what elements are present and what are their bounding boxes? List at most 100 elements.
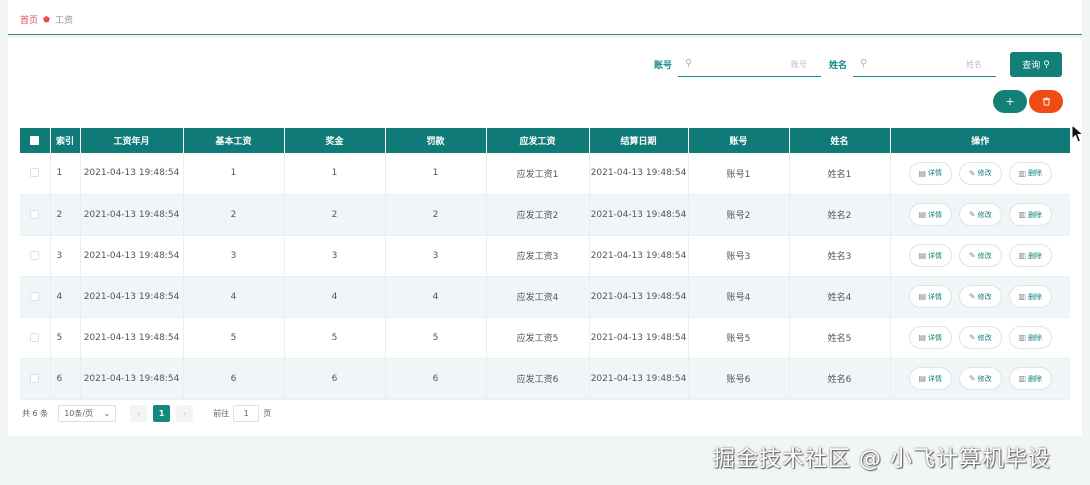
detail-label: 详情 xyxy=(928,292,943,301)
page-size-value: 10条/页 xyxy=(64,409,94,418)
edit-button[interactable]: ✎ 修改 xyxy=(958,161,1002,185)
row-select-cell[interactable] xyxy=(20,276,51,318)
row-select-cell[interactable] xyxy=(20,153,51,195)
detail-label: 详情 xyxy=(928,169,943,178)
cell-settle-date: 2021-04-13 19:48:54 xyxy=(589,153,689,195)
page-number-current[interactable]: 1 xyxy=(153,405,171,422)
detail-button[interactable]: ▤ 详情 xyxy=(908,244,952,267)
delete-label: 删除 xyxy=(1028,333,1043,342)
row-actions: ▤ 详情 ✎ 修改 ▥ 删除 xyxy=(891,203,1071,226)
detail-button[interactable]: ▤ 详情 xyxy=(908,367,952,390)
header-payable: 应发工资 xyxy=(486,128,590,153)
chevron-down-icon: ⌄ xyxy=(103,409,111,418)
delete-button[interactable]: ▥ 删除 xyxy=(1008,161,1052,185)
chevron-right-icon: › xyxy=(183,409,187,418)
trash-icon: ▥ xyxy=(1018,251,1027,260)
row-checkbox[interactable] xyxy=(30,250,40,260)
cell-payable: 应发工资3 xyxy=(486,235,590,277)
detail-label: 详情 xyxy=(928,374,943,383)
row-actions: ▤ 详情 ✎ 修改 ▥ 删除 xyxy=(891,244,1071,267)
query-button[interactable]: 查询 ⚲ xyxy=(1010,52,1062,77)
row-checkbox[interactable] xyxy=(30,291,40,301)
cell-payable: 应发工资5 xyxy=(486,317,590,359)
table-header-row: 索引 工资年月 基本工资 奖金 罚款 应发工资 结算日期 账号 姓名 操作 xyxy=(20,128,1070,153)
document-icon: ▤ xyxy=(918,168,927,178)
next-page-button[interactable]: › xyxy=(176,405,194,422)
cell-month: 2021-04-13 19:48:54 xyxy=(80,153,184,195)
row-checkbox[interactable] xyxy=(30,168,40,178)
trash-icon: ▥ xyxy=(1018,333,1027,342)
row-actions: ▤ 详情 ✎ 修改 ▥ 删除 xyxy=(891,367,1071,390)
cell-name: 姓名1 xyxy=(789,153,891,195)
cell-fine: 1 xyxy=(385,153,487,195)
prev-page-button[interactable]: ‹ xyxy=(130,405,148,422)
cell-payable: 应发工资2 xyxy=(486,194,590,236)
cell-bonus: 2 xyxy=(284,194,386,236)
edit-button[interactable]: ✎ 修改 xyxy=(958,203,1002,226)
table-row: 6 2021-04-13 19:48:54 6 6 6 应发工资6 2021-04-13 1… xyxy=(20,358,1071,400)
delete-button[interactable]: ▥ 删除 xyxy=(1008,203,1052,226)
edit-label: 修改 xyxy=(977,333,992,342)
edit-button[interactable]: ✎ 修改 xyxy=(958,326,1002,349)
name-search-label: 姓名 xyxy=(828,61,847,71)
pencil-icon: ✎ xyxy=(968,292,976,301)
detail-button[interactable]: ▤ 详情 xyxy=(908,203,952,226)
delete-label: 删除 xyxy=(1028,210,1043,219)
row-checkbox[interactable] xyxy=(30,332,40,342)
page-size-select[interactable]: 10条/页 ⌄ xyxy=(58,405,117,422)
edit-button[interactable]: ✎ 修改 xyxy=(958,367,1002,390)
edit-label: 修改 xyxy=(977,210,992,219)
goto-page-input[interactable]: 1 xyxy=(233,405,260,422)
delete-label: 删除 xyxy=(1028,374,1043,383)
batch-delete-button[interactable] xyxy=(1029,90,1063,113)
select-all-checkbox[interactable] xyxy=(30,135,40,145)
trash-icon: ▥ xyxy=(1018,210,1027,219)
pencil-icon: ✎ xyxy=(968,374,976,383)
delete-button[interactable]: ▥ 删除 xyxy=(1008,244,1052,267)
delete-button[interactable]: ▥ 删除 xyxy=(1008,285,1052,308)
table-row: 2 2021-04-13 19:48:54 2 2 2 应发工资2 2021-04-13 1… xyxy=(20,194,1071,236)
document-icon: ▤ xyxy=(918,292,927,301)
edit-button[interactable]: ✎ 修改 xyxy=(958,244,1002,267)
cell-month: 2021-04-13 19:48:54 xyxy=(80,358,184,400)
document-icon: ▤ xyxy=(918,333,927,342)
edit-button[interactable]: ✎ 修改 xyxy=(958,285,1002,308)
cell-account: 账号6 xyxy=(688,358,790,400)
cell-fine: 5 xyxy=(385,317,487,359)
select-all-header[interactable] xyxy=(20,128,51,153)
cell-fine: 6 xyxy=(385,358,487,400)
breadcrumb-home[interactable]: 首页 xyxy=(20,13,38,26)
search-icon: ⚲ xyxy=(1043,59,1050,69)
cell-index: 5 xyxy=(50,317,81,359)
salary-table: 索引 工资年月 基本工资 奖金 罚款 应发工资 结算日期 账号 姓名 操作 12… xyxy=(20,128,1070,400)
delete-button[interactable]: ▥ 删除 xyxy=(1008,326,1052,349)
row-select-cell[interactable] xyxy=(20,235,51,277)
cell-settle-date: 2021-04-13 19:48:54 xyxy=(589,194,689,236)
cell-settle-date: 2021-04-13 19:48:54 xyxy=(589,276,689,318)
row-select-cell[interactable] xyxy=(20,194,51,236)
row-actions: ▤ 详情 ✎ 修改 ▥ 删除 xyxy=(891,285,1071,308)
page-goto: 前往 1 页 xyxy=(213,405,271,422)
cell-index: 1 xyxy=(50,153,81,195)
trash-icon: ▥ xyxy=(1018,168,1027,178)
detail-label: 详情 xyxy=(928,251,943,260)
detail-button[interactable]: ▤ 详情 xyxy=(908,326,952,349)
name-search-input[interactable] xyxy=(853,52,996,76)
cell-operations: ▤ 详情 ✎ 修改 ▥ 删除 xyxy=(890,194,1071,236)
add-button[interactable]: + xyxy=(993,90,1027,113)
header-operations: 操作 xyxy=(971,137,990,147)
cell-settle-date: 2021-04-13 19:48:54 xyxy=(589,358,689,400)
row-select-cell[interactable] xyxy=(20,317,51,359)
row-checkbox[interactable] xyxy=(30,373,40,383)
row-select-cell[interactable] xyxy=(20,358,51,400)
cell-bonus: 4 xyxy=(284,276,386,318)
detail-button[interactable]: ▤ 详情 xyxy=(908,285,952,308)
chevron-left-icon: ‹ xyxy=(137,409,141,418)
detail-button[interactable]: ▤ 详情 xyxy=(908,161,952,185)
cell-operations: ▤ 详情 ✎ 修改 ▥ 删除 xyxy=(890,317,1070,359)
account-search-input[interactable] xyxy=(677,52,821,76)
delete-button[interactable]: ▥ 删除 xyxy=(1008,367,1052,390)
table-row: 5 2021-04-13 19:48:54 5 5 5 应发工资5 2021-04-13 1… xyxy=(20,317,1070,359)
row-checkbox[interactable] xyxy=(30,209,40,219)
cell-fine: 4 xyxy=(385,276,487,318)
